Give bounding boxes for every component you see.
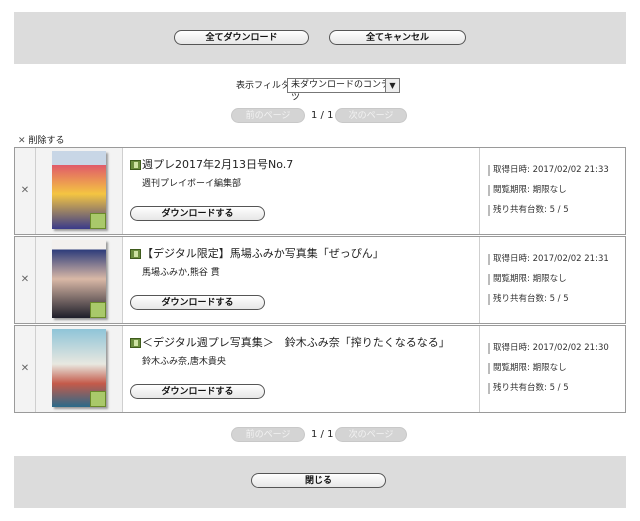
download-button[interactable]: ダウンロードする	[130, 384, 265, 399]
filter-label: 表示フィルタ:	[236, 81, 293, 91]
content-row: ✕ ＜デジタル週プレ写真集＞ 鈴木ふみ奈「搾りたくなるなる」 鈴木ふみ奈,唐木貴…	[14, 325, 626, 413]
thumbnail-cell	[36, 237, 123, 323]
content-row: ✕ 【デジタル限定】馬場ふみか写真集「ぜっぴん」 馬場ふみか,熊谷 貫 ダウンロ…	[14, 236, 626, 324]
download-button[interactable]: ダウンロードする	[130, 295, 265, 310]
cover-image[interactable]	[52, 151, 106, 229]
thumbnail-cell	[36, 148, 123, 234]
filter-selected-value: 未ダウンロードのコンテンツ	[291, 80, 400, 103]
book-icon	[130, 249, 141, 259]
remove-item-icon[interactable]: ✕	[15, 237, 36, 323]
download-status-icon	[90, 302, 106, 318]
acquired-date: 取得日時: 2017/02/02 21:33	[488, 165, 609, 176]
download-status-icon	[90, 391, 106, 407]
chevron-down-icon[interactable]: ▼	[385, 79, 399, 92]
book-icon	[130, 338, 141, 348]
view-limit: 閲覧期限: 期限なし	[488, 274, 567, 285]
book-icon	[130, 160, 141, 170]
next-page-button[interactable]: 次のページ	[335, 427, 407, 442]
filter-select[interactable]: 未ダウンロードのコンテンツ ▼	[287, 78, 400, 103]
cover-image[interactable]	[52, 329, 106, 407]
bottom-action-bar: 閉じる	[14, 456, 626, 508]
page-indicator: 1 / 1	[311, 429, 334, 440]
delete-label: 削除する	[28, 136, 65, 146]
shared-devices: 残り共有台数: 5 / 5	[488, 205, 569, 216]
acquired-date: 取得日時: 2017/02/02 21:31	[488, 254, 609, 265]
close-icon: ✕	[18, 136, 26, 146]
shared-devices: 残り共有台数: 5 / 5	[488, 294, 569, 305]
item-title: 週プレ2017年2月13日号No.7	[142, 158, 294, 171]
item-meta: 取得日時: 2017/02/02 21:33 閲覧期限: 期限なし 残り共有台数…	[479, 148, 626, 234]
download-status-icon	[90, 213, 106, 229]
remove-item-icon[interactable]: ✕	[15, 148, 36, 234]
prev-page-button[interactable]: 前のページ	[231, 108, 305, 123]
close-button[interactable]: 閉じる	[251, 473, 386, 488]
next-page-button[interactable]: 次のページ	[335, 108, 407, 123]
download-button[interactable]: ダウンロードする	[130, 206, 265, 221]
item-info: 【デジタル限定】馬場ふみか写真集「ぜっぴん」 馬場ふみか,熊谷 貫 ダウンロード…	[126, 237, 478, 323]
acquired-date: 取得日時: 2017/02/02 21:30	[488, 343, 609, 354]
page-indicator: 1 / 1	[311, 110, 334, 121]
prev-page-button[interactable]: 前のページ	[231, 427, 305, 442]
item-info: ＜デジタル週プレ写真集＞ 鈴木ふみ奈「搾りたくなるなる」 鈴木ふみ奈,唐木貴央 …	[126, 326, 478, 412]
item-meta: 取得日時: 2017/02/02 21:31 閲覧期限: 期限なし 残り共有台数…	[479, 237, 626, 323]
item-info: 週プレ2017年2月13日号No.7 週刊プレイボーイ編集部 ダウンロードする	[126, 148, 478, 234]
download-all-button[interactable]: 全てダウンロード	[174, 30, 309, 45]
view-limit: 閲覧期限: 期限なし	[488, 185, 567, 196]
item-title: ＜デジタル週プレ写真集＞ 鈴木ふみ奈「搾りたくなるなる」	[142, 336, 450, 349]
cover-image[interactable]	[52, 240, 106, 318]
item-author: 馬場ふみか,熊谷 貫	[142, 268, 220, 278]
remove-item-icon[interactable]: ✕	[15, 326, 36, 412]
item-meta: 取得日時: 2017/02/02 21:30 閲覧期限: 期限なし 残り共有台数…	[479, 326, 626, 412]
item-author: 鈴木ふみ奈,唐木貴央	[142, 357, 226, 367]
item-author: 週刊プレイボーイ編集部	[142, 179, 242, 189]
cancel-all-button[interactable]: 全てキャンセル	[329, 30, 466, 45]
top-action-bar: 全てダウンロード 全てキャンセル	[14, 12, 626, 64]
content-row: ✕ 週プレ2017年2月13日号No.7 週刊プレイボーイ編集部 ダウンロードす…	[14, 147, 626, 235]
shared-devices: 残り共有台数: 5 / 5	[488, 383, 569, 394]
delete-selected-link[interactable]: ✕ 削除する	[18, 136, 65, 147]
item-title: 【デジタル限定】馬場ふみか写真集「ぜっぴん」	[142, 247, 384, 260]
view-limit: 閲覧期限: 期限なし	[488, 363, 567, 374]
thumbnail-cell	[36, 326, 123, 412]
